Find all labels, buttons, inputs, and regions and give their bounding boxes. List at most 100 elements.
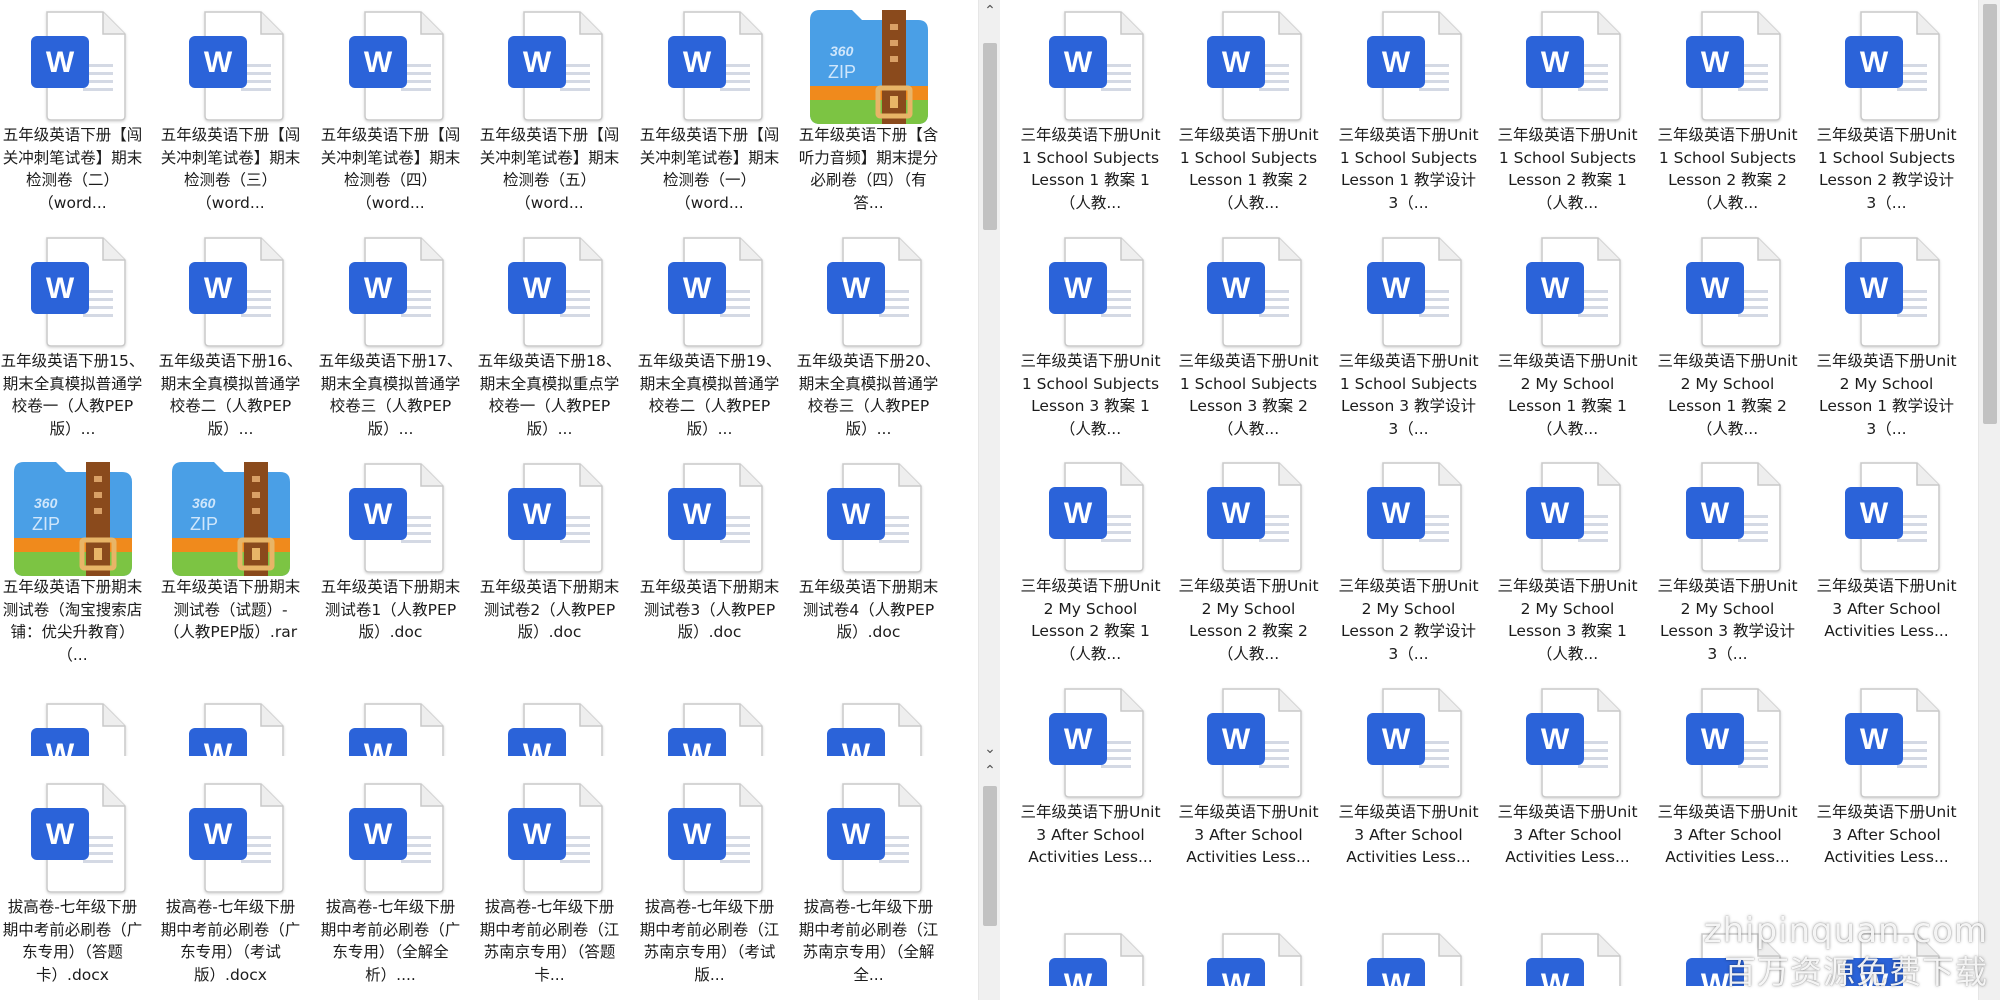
left-file-item[interactable]: W 五年级英语下册19、期末全真模拟普通学校卷二（人教PEP版）... (637, 222, 782, 447)
left-file-item[interactable]: W 五年级英语下册期末测试卷1（人教PEP版）.doc (318, 448, 463, 673)
right-file-item[interactable]: W 三年级英语下册Unit 3 After School Activities … (1495, 673, 1640, 898)
left-file-item[interactable]: W 五年级英语下册17、期末全真模拟普通学校卷三（人教PEP版）... (318, 222, 463, 447)
left-file-item[interactable]: W 拔高卷-七年级下册期中考前必刷卷（广东专用）（答题卡）.docx (0, 768, 145, 993)
right-file-item[interactable]: W 三年级英语下册Unit 1 School Subjects Lesson 2… (1495, 0, 1640, 221)
left-file-item[interactable]: W 拔高卷-七年级下册期中考前必刷卷（江苏南京专用）（答题卡... (477, 768, 622, 993)
right-file-item[interactable]: W 三年级英语下册Unit 1 School Subjects Lesson 3… (1018, 222, 1163, 447)
right-file-item[interactable]: W 三年级英语下册Unit 3 After School Activities … (1018, 673, 1163, 898)
word-document-icon: W (1361, 457, 1466, 575)
left-file-item[interactable]: W 拔高卷-七年级下册期中考前必刷卷（江苏南京专用）（考试版... (637, 768, 782, 993)
left-file-item[interactable]: W 五年级英语下册15、期末全真模拟普通学校卷一（人教PEP版）... (0, 222, 145, 447)
left-file-item-partial[interactable]: W (158, 688, 303, 756)
right-file-item[interactable]: W 三年级英语下册Unit 2 My School Lesson 1 教学设计 … (1814, 222, 1959, 447)
left-file-item-partial[interactable]: W (637, 688, 782, 756)
file-name-label: 五年级英语下册18、期末全真模拟重点学校卷一（人教PEP版）... (477, 352, 622, 438)
left-file-item[interactable]: W 五年级英语下册期末测试卷2（人教PEP版）.doc (477, 448, 622, 673)
right-file-item[interactable]: W 三年级英语下册Unit 1 School Subjects Lesson 2… (1814, 0, 1959, 221)
left-file-item-partial[interactable]: W (796, 688, 941, 756)
left-file-item-partial[interactable]: W (477, 688, 622, 756)
right-file-item[interactable]: W 三年级英语下册Unit 2 My School Lesson 2 教学设计 … (1336, 447, 1481, 672)
left-file-item[interactable]: W 五年级英语下册期末测试卷3（人教PEP版）.doc (637, 448, 782, 673)
svg-text:W: W (1382, 968, 1411, 986)
word-document-icon: W (1839, 683, 1944, 801)
right-file-item[interactable]: W 三年级英语下册Unit 2 My School Lesson 1 教案 2（… (1655, 222, 1800, 447)
word-document-icon: W (1361, 6, 1466, 124)
left-file-item[interactable]: W 五年级英语下册【闯关冲刺笔试卷】期末检测卷（三）（word... (158, 0, 303, 221)
left-file-item[interactable]: W 五年级英语下册期末测试卷4（人教PEP版）.doc (796, 448, 941, 673)
left-file-item[interactable]: 360 ZIP 五年级英语下册期末测试卷（试题）-（人教PEP版）.rar (158, 448, 303, 673)
file-name-label: 五年级英语下册期末测试卷3（人教PEP版）.doc (639, 578, 780, 641)
right-file-item[interactable]: W 三年级英语下册Unit 1 School Subjects Lesson 3… (1336, 222, 1481, 447)
left-file-item[interactable]: W 五年级英语下册20、期末全真模拟普通学校卷三（人教PEP版）... (796, 222, 941, 447)
file-name-label: 五年级英语下册19、期末全真模拟普通学校卷二（人教PEP版）... (637, 352, 782, 438)
svg-text:W: W (1222, 968, 1251, 986)
file-name-label: 拔高卷-七年级下册期中考前必刷卷（江苏南京专用）（考试版... (639, 898, 780, 984)
left-vertical-scrollbar[interactable]: ⌃ ⌄ ⌃ (978, 0, 1000, 1000)
scroll-up-arrow-icon[interactable]: ⌃ (979, 0, 1001, 22)
right-file-item[interactable]: W 三年级英语下册Unit 2 My School Lesson 3 教学设计 … (1655, 447, 1800, 672)
right-file-item[interactable]: W 三年级英语下册Unit 3 After School Activities … (1814, 447, 1959, 672)
right-vertical-scrollbar[interactable] (1978, 0, 2000, 1000)
right-file-item[interactable]: W 三年级英语下册Unit 2 My School Lesson 3 教案 1（… (1495, 447, 1640, 672)
file-name-label: 三年级英语下册Unit 2 My School Lesson 3 教学设计 3（… (1657, 577, 1798, 663)
svg-text:W: W (364, 46, 393, 79)
right-file-item-partial[interactable]: W (1018, 918, 1163, 986)
right-file-item[interactable]: W 三年级英语下册Unit 3 After School Activities … (1655, 673, 1800, 898)
left-lower-scrollbar-thumb[interactable] (983, 786, 997, 926)
right-file-item[interactable]: W 三年级英语下册Unit 2 My School Lesson 2 教案 2（… (1176, 447, 1321, 672)
word-document-icon: W (1680, 232, 1785, 350)
word-document-icon: W (662, 778, 767, 896)
word-document-icon: W (1361, 232, 1466, 350)
right-scrollbar-thumb[interactable] (1983, 4, 1997, 424)
right-file-item[interactable]: W 三年级英语下册Unit 3 After School Activities … (1336, 673, 1481, 898)
file-name-label: 三年级英语下册Unit 1 School Subjects Lesson 2 教… (1816, 126, 1957, 212)
word-document-icon: W (1839, 6, 1944, 124)
scroll-down-arrow-icon[interactable]: ⌄ (979, 738, 1001, 760)
word-document-icon: W (1201, 457, 1306, 575)
left-file-item[interactable]: W 拔高卷-七年级下册期中考前必刷卷（江苏南京专用）（全解全... (796, 768, 941, 993)
right-file-item[interactable]: W 三年级英语下册Unit 2 My School Lesson 1 教案 1（… (1495, 222, 1640, 447)
word-document-icon: W (183, 698, 288, 756)
right-file-item-partial[interactable]: W (1495, 918, 1640, 986)
file-name-label: 五年级英语下册20、期末全真模拟普通学校卷三（人教PEP版）... (796, 352, 941, 438)
svg-text:W: W (842, 272, 871, 305)
scroll-up-arrow-icon[interactable]: ⌃ (979, 760, 1001, 782)
left-file-item[interactable]: W 五年级英语下册【闯关冲刺笔试卷】期末检测卷（五）（word... (477, 0, 622, 221)
svg-text:W: W (523, 272, 552, 305)
svg-text:ZIP: ZIP (190, 514, 218, 534)
word-document-icon: W (821, 232, 926, 350)
left-file-item[interactable]: W 五年级英语下册16、期末全真模拟普通学校卷二（人教PEP版）... (158, 222, 303, 447)
right-file-item[interactable]: W 三年级英语下册Unit 2 My School Lesson 2 教案 1（… (1018, 447, 1163, 672)
right-file-item[interactable]: W 三年级英语下册Unit 1 School Subjects Lesson 1… (1018, 0, 1163, 221)
right-file-item[interactable]: W 三年级英语下册Unit 1 School Subjects Lesson 1… (1336, 0, 1481, 221)
word-document-icon: W (1520, 232, 1625, 350)
right-file-item[interactable]: W 三年级英语下册Unit 1 School Subjects Lesson 3… (1176, 222, 1321, 447)
right-file-item[interactable]: W 三年级英语下册Unit 1 School Subjects Lesson 2… (1655, 0, 1800, 221)
word-document-icon: W (502, 6, 607, 124)
file-name-label: 五年级英语下册期末测试卷（淘宝搜索店铺：优尖升教育）（... (2, 578, 143, 664)
left-file-item[interactable]: W 五年级英语下册【闯关冲刺笔试卷】期末检测卷（一）（word... (637, 0, 782, 221)
word-document-icon: W (183, 232, 288, 350)
left-file-item[interactable]: W 拔高卷-七年级下册期中考前必刷卷（广东专用）（考试版）.docx (158, 768, 303, 993)
left-file-item[interactable]: W 五年级英语下册18、期末全真模拟重点学校卷一（人教PEP版）... (477, 222, 622, 447)
left-file-item[interactable]: 360 ZIP 五年级英语下册【含听力音频】期末提分必刷卷（四）（有答... (796, 0, 941, 221)
right-file-item-partial[interactable]: W (1176, 918, 1321, 986)
right-file-item[interactable]: W 三年级英语下册Unit 3 After School Activities … (1176, 673, 1321, 898)
file-name-label: 五年级英语下册15、期末全真模拟普通学校卷一（人教PEP版）... (0, 352, 145, 438)
right-file-item[interactable]: W 三年级英语下册Unit 1 School Subjects Lesson 1… (1176, 0, 1321, 221)
left-file-item[interactable]: W 拔高卷-七年级下册期中考前必刷卷（广东专用）（全解全析）.... (318, 768, 463, 993)
svg-text:360: 360 (830, 43, 854, 59)
svg-text:W: W (1382, 723, 1411, 756)
svg-text:W: W (523, 46, 552, 79)
left-file-item[interactable]: 360 ZIP 五年级英语下册期末测试卷（淘宝搜索店铺：优尖升教育）（... (0, 448, 145, 673)
left-scrollbar-thumb[interactable] (983, 43, 997, 230)
right-file-item[interactable]: W 三年级英语下册Unit 3 After School Activities … (1814, 673, 1959, 898)
left-file-item[interactable]: W 五年级英语下册【闯关冲刺笔试卷】期末检测卷（二）（word... (0, 0, 145, 221)
file-name-label: 三年级英语下册Unit 1 School Subjects Lesson 1 教… (1020, 126, 1161, 212)
left-file-item[interactable]: W 五年级英语下册【闯关冲刺笔试卷】期末检测卷（四）（word... (318, 0, 463, 221)
svg-text:ZIP: ZIP (828, 62, 856, 82)
svg-text:W: W (842, 738, 871, 756)
right-file-item-partial[interactable]: W (1336, 918, 1481, 986)
left-file-item-partial[interactable]: W (0, 688, 145, 756)
left-file-item-partial[interactable]: W (318, 688, 463, 756)
